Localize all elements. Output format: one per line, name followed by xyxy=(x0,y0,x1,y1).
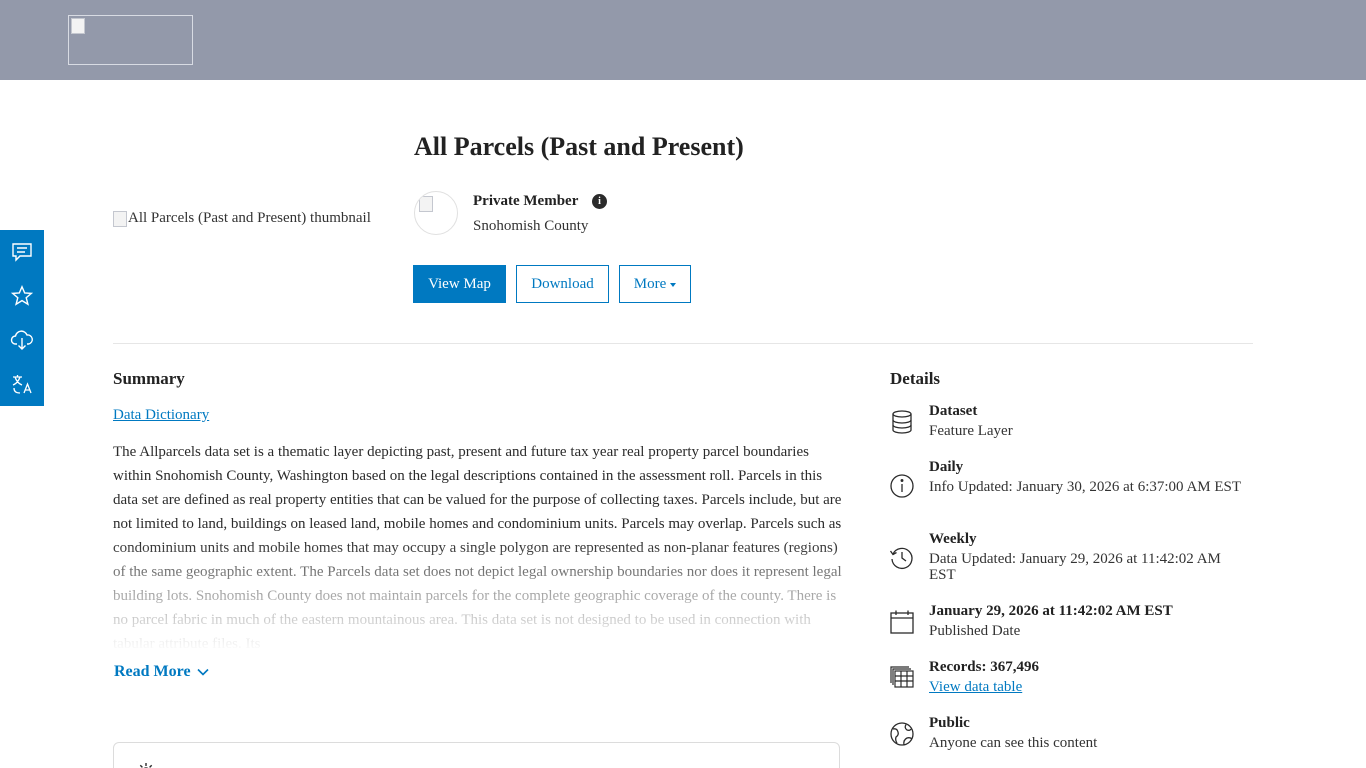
owner-organization: Snohomish County xyxy=(473,218,589,234)
comments-button[interactable] xyxy=(0,230,44,274)
summary-heading: Summary xyxy=(113,369,185,388)
read-more-label: Read More xyxy=(114,663,191,680)
side-action-rail xyxy=(0,230,44,406)
history-icon xyxy=(888,544,916,572)
broken-image-icon xyxy=(113,210,127,227)
section-divider xyxy=(113,343,1253,344)
detail-subtitle: Data Updated: January 29, 2026 at 11:42:… xyxy=(929,551,1221,583)
detail-title: Daily xyxy=(929,459,964,475)
detail-subtitle: Anyone can see this content xyxy=(929,735,1098,751)
info-circle-icon xyxy=(888,472,916,500)
view-map-button[interactable]: View Map xyxy=(413,265,506,303)
site-logo[interactable] xyxy=(68,15,193,65)
gear-icon xyxy=(139,763,153,768)
comment-icon xyxy=(12,243,32,262)
detail-title: Records: 367,496 xyxy=(929,659,1039,675)
detail-title: Public xyxy=(929,715,970,731)
detail-title: Dataset xyxy=(929,403,978,419)
globe-icon xyxy=(888,720,916,748)
content-card xyxy=(113,742,840,768)
view-data-table-link[interactable]: View data table xyxy=(929,679,1022,695)
detail-title: January 29, 2026 at 11:42:02 AM EST xyxy=(929,603,1173,619)
detail-subtitle: Feature Layer xyxy=(929,423,1013,439)
broken-image-icon xyxy=(71,18,85,34)
more-dropdown-button[interactable]: More xyxy=(619,265,691,303)
data-dictionary-link[interactable]: Data Dictionary xyxy=(113,407,209,424)
calendar-icon xyxy=(888,608,916,636)
download-rail-button[interactable] xyxy=(0,318,44,362)
owner-name: Private Member xyxy=(473,193,579,209)
top-header-bar xyxy=(0,0,1366,80)
view-map-label: View Map xyxy=(428,275,491,292)
caret-down-icon xyxy=(670,283,677,287)
download-label: Download xyxy=(531,275,594,292)
translate-icon xyxy=(12,375,32,394)
info-icon[interactable]: i xyxy=(592,194,607,209)
owner-avatar[interactable] xyxy=(414,191,458,235)
table-icon xyxy=(888,664,916,692)
thumbnail-alt-text: All Parcels (Past and Present) thumbnail xyxy=(128,210,371,226)
detail-subtitle: Info Updated: January 30, 2026 at 6:37:0… xyxy=(929,479,1242,495)
broken-image-icon xyxy=(419,196,433,212)
detail-subtitle-wrapper: View data table xyxy=(929,679,1249,695)
more-label: More xyxy=(633,275,667,292)
page-title: All Parcels (Past and Present) xyxy=(414,132,744,161)
detail-title: Weekly xyxy=(929,531,977,547)
database-icon xyxy=(888,408,916,436)
download-button[interactable]: Download xyxy=(516,265,609,303)
details-heading: Details xyxy=(890,369,941,388)
read-more-button[interactable]: Read More xyxy=(114,663,209,681)
star-icon xyxy=(11,285,33,306)
summary-text: The Allparcels data set is a thematic la… xyxy=(113,444,842,650)
cloud-download-icon xyxy=(10,330,34,350)
item-thumbnail: All Parcels (Past and Present) thumbnail xyxy=(113,210,371,227)
detail-subtitle: Published Date xyxy=(929,623,1021,639)
translate-button[interactable] xyxy=(0,362,44,406)
favorite-button[interactable] xyxy=(0,274,44,318)
chevron-down-icon xyxy=(197,668,209,676)
